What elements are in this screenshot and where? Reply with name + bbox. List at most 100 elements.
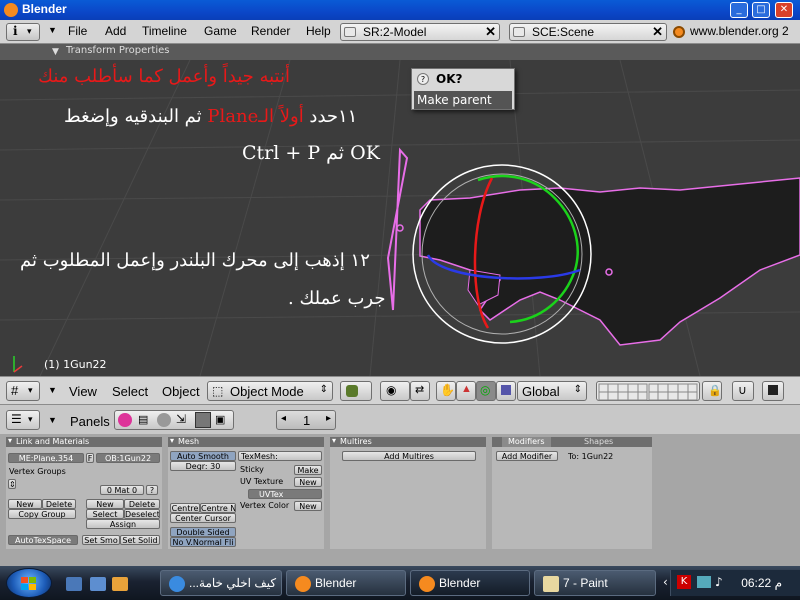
snap-button[interactable]: ∪	[732, 381, 754, 401]
system-clock[interactable]: 06:22 م	[741, 576, 782, 590]
menu-view[interactable]: View	[69, 384, 97, 399]
manipulator-toggle[interactable]: ✋	[436, 381, 456, 401]
network-icon[interactable]	[697, 576, 711, 588]
fake-user-button[interactable]: F	[86, 453, 94, 463]
center-cursor-button[interactable]: Center Cursor	[170, 513, 236, 523]
centre-button[interactable]: Centre	[170, 503, 200, 513]
increment-arrow-icon[interactable]: ▸	[326, 413, 331, 424]
ie-icon	[169, 576, 185, 592]
scale-manipulator[interactable]	[496, 381, 516, 401]
add-modifier-button[interactable]: Add Modifier	[496, 451, 558, 461]
material-new-button[interactable]: New	[86, 499, 124, 509]
draw-type-selector[interactable]	[340, 381, 372, 401]
mesh-datablock-field[interactable]: ME:Plane.354	[8, 453, 84, 463]
tray-expand-icon[interactable]: ‹	[663, 575, 668, 589]
translate-manipulator[interactable]: ▲	[456, 381, 476, 401]
pivot-selector[interactable]: ◉	[380, 381, 410, 401]
menu-select[interactable]: Select	[112, 384, 148, 399]
tab-shapes[interactable]: Shapes	[578, 437, 619, 447]
editor-type-selector[interactable]: # ▾	[6, 381, 40, 401]
make-parent-popup: ? OK? Make parent	[411, 68, 515, 110]
scene-icon	[513, 27, 525, 37]
maximize-button[interactable]: □	[752, 2, 770, 18]
vgroup-delete-button[interactable]: Delete	[42, 499, 76, 509]
object-datablock-field[interactable]: OB:1Gun22	[96, 453, 160, 463]
scene-icon: ▣	[215, 414, 226, 426]
volume-icon[interactable]: ♪	[715, 575, 723, 589]
texmesh-field[interactable]: TexMesh:	[238, 451, 322, 461]
show-desktop-icon[interactable]	[66, 577, 82, 591]
minimize-button[interactable]: _	[730, 2, 748, 18]
rotate-manipulator-toggle[interactable]: ◎	[476, 381, 496, 401]
render-preview-button[interactable]	[762, 381, 784, 401]
no-vnormal-flip-toggle[interactable]: No V.Normal Fli	[170, 537, 236, 547]
layer-lock-button[interactable]: ⇄	[410, 381, 430, 401]
close-button[interactable]: ✕	[775, 2, 793, 18]
vertex-color-new-button[interactable]: New	[294, 501, 322, 511]
taskbar-item-paint[interactable]: 7 - Paint	[534, 570, 656, 596]
taskbar-item-blender-1[interactable]: Blender	[286, 570, 406, 596]
vgroup-browse-button[interactable]: ⇕	[8, 479, 16, 489]
collapse-triangle-icon[interactable]: ▼	[48, 385, 57, 395]
auto-smooth-toggle[interactable]: Auto Smooth	[170, 451, 236, 461]
layer-buttons[interactable]	[596, 381, 700, 401]
centre-new-button[interactable]: Centre Ne	[200, 503, 236, 513]
double-sided-toggle[interactable]: Double Sided	[170, 527, 236, 537]
scene-selector[interactable]: SCE:Scene ✕	[509, 23, 667, 41]
blender-logo-icon	[673, 26, 685, 38]
autotexspace-toggle[interactable]: AutoTexSpace	[8, 535, 78, 545]
menu-game[interactable]: Game	[204, 24, 237, 38]
link-materials-panel: Link and Materials ME:Plane.354 F OB:1Gu…	[6, 436, 162, 549]
menu-add[interactable]: Add	[105, 24, 126, 38]
make-parent-option[interactable]: Make parent	[414, 91, 512, 109]
3d-viewport[interactable]: ▼ Transform Properties أنتبه جيداً وأعمل…	[0, 44, 800, 376]
switch-windows-icon[interactable]	[90, 577, 106, 591]
copy-group-button[interactable]: Copy Group	[8, 509, 76, 519]
material-help-button[interactable]: ?	[146, 485, 158, 495]
smooth-degree-field[interactable]: Degr: 30	[170, 461, 236, 471]
vgroup-new-button[interactable]: New	[8, 499, 42, 509]
material-assign-button[interactable]: Assign	[86, 519, 160, 529]
uvtex-layer-field[interactable]: UVTex	[248, 489, 322, 499]
antivirus-icon[interactable]: K	[677, 575, 691, 589]
decrement-arrow-icon[interactable]: ◂	[281, 413, 286, 424]
mode-selector[interactable]: ⬚ Object Mode ⇕	[207, 381, 333, 401]
context-buttons[interactable]: ▤ ⇲ ▣	[114, 410, 234, 430]
panels-menu[interactable]: Panels	[70, 414, 110, 429]
add-multires-button[interactable]: Add Multires	[342, 451, 476, 461]
blender-icon	[419, 576, 435, 592]
menu-render[interactable]: Render	[251, 24, 290, 38]
material-index-field[interactable]: 0 Mat 0	[100, 485, 144, 495]
window-type-selector[interactable]: i ▾	[6, 23, 40, 41]
close-icon[interactable]: ✕	[485, 24, 496, 40]
editor-type-selector[interactable]: ☰ ▾	[6, 410, 40, 430]
start-button[interactable]	[6, 568, 52, 598]
sticky-make-button[interactable]: Make	[294, 465, 322, 475]
menu-object[interactable]: Object	[162, 384, 200, 399]
instruction-line-5: جرب عملك .	[288, 288, 386, 309]
menu-help[interactable]: Help	[306, 24, 331, 38]
lock-layers-button[interactable]: 🔒	[702, 381, 722, 401]
taskbar-item-blender-2[interactable]: Blender	[410, 570, 530, 596]
frame-number-field[interactable]: ◂ 1 ▸	[276, 410, 336, 430]
multires-panel: Multires Add Multires	[330, 436, 486, 549]
rotate-icon: ◎	[480, 383, 491, 397]
set-smooth-button[interactable]: Set Smo	[82, 535, 120, 545]
uv-texture-new-button[interactable]: New	[294, 477, 322, 487]
set-solid-button[interactable]: Set Solid	[120, 535, 160, 545]
screen-selector[interactable]: SR:2-Model ✕	[340, 23, 500, 41]
collapse-triangle-icon[interactable]: ▼	[48, 415, 57, 425]
orientation-selector[interactable]: Global ⇕	[517, 381, 587, 401]
tab-modifiers[interactable]: Modifiers	[502, 437, 551, 447]
script-icon: ▤	[138, 414, 149, 426]
media-player-icon[interactable]	[112, 577, 128, 591]
menu-file[interactable]: File	[68, 24, 87, 38]
taskbar-item-browser[interactable]: ...كيف اخلي خامة	[160, 570, 282, 596]
material-select-button[interactable]: Select	[86, 509, 124, 519]
gun-model[interactable]	[419, 177, 800, 346]
menu-timeline[interactable]: Timeline	[142, 24, 187, 38]
close-icon[interactable]: ✕	[652, 24, 663, 40]
collapse-triangle-icon[interactable]: ▼	[48, 25, 57, 35]
material-delete-button[interactable]: Delete	[124, 499, 160, 509]
material-deselect-button[interactable]: Deselect	[124, 509, 160, 519]
